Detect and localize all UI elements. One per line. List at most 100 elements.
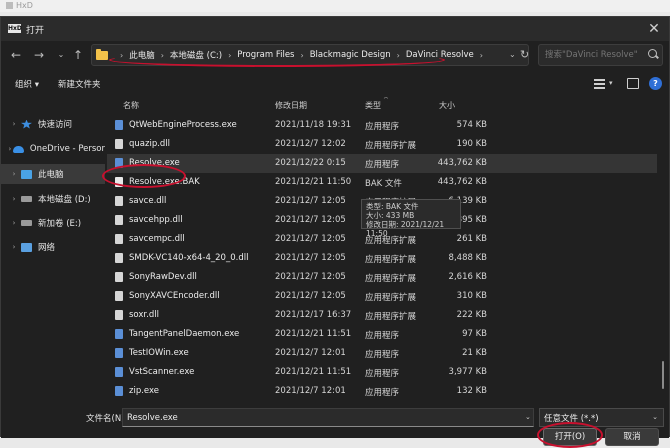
sidebar-item-label: 本地磁盘 (D:) <box>38 195 91 205</box>
chevron-right-icon[interactable]: › <box>7 195 21 203</box>
chevron-right-icon[interactable]: › <box>7 145 13 153</box>
cancel-button[interactable]: 取消 <box>605 428 659 446</box>
breadcrumb-separator-icon[interactable]: › <box>300 51 303 60</box>
sidebar-item-drive-d[interactable]: › 本地磁盘 (D:) <box>1 189 105 209</box>
breadcrumb-separator-icon[interactable]: › <box>397 51 400 60</box>
file-size: 21 KB <box>462 348 487 358</box>
search-input[interactable] <box>538 44 663 66</box>
breadcrumb-this-pc[interactable]: 此电脑 <box>129 49 155 61</box>
view-options-icon[interactable] <box>594 79 605 89</box>
chevron-right-icon[interactable]: › <box>7 170 21 178</box>
file-date: 2021/12/7 12:05 <box>275 272 346 282</box>
file-size: 2,616 KB <box>448 272 487 282</box>
table-row[interactable]: VstScanner.exe 2021/12/21 11:51 应用程序 3,977 … <box>107 363 657 382</box>
file-name: zip.exe <box>115 386 159 396</box>
breadcrumb-davinci-resolve[interactable]: DaVinci Resolve <box>406 50 474 60</box>
forward-arrow-icon[interactable]: → <box>31 47 47 63</box>
scrollbar-thumb[interactable] <box>662 361 664 389</box>
back-arrow-icon[interactable]: ← <box>8 47 24 63</box>
file-date: 2021/12/17 16:37 <box>275 310 352 320</box>
close-icon[interactable]: ✕ <box>643 19 665 39</box>
file-name: VstScanner.exe <box>115 367 194 377</box>
breadcrumb-separator-icon[interactable]: › <box>480 51 483 60</box>
dll-file-icon <box>115 291 123 301</box>
dialog-footer: 文件名(N): ⌄ 任意文件 (*.*) ⌄ 打开(O) 取消 <box>1 400 669 446</box>
vertical-scrollbar[interactable] <box>661 99 665 397</box>
recent-locations-icon[interactable]: ⌄ <box>53 47 69 63</box>
preview-pane-icon[interactable] <box>627 78 639 89</box>
table-row[interactable]: TestIOWin.exe 2021/12/7 12:01 应用程序 21 KB <box>107 344 657 363</box>
file-name-text: VstScanner.exe <box>129 367 195 377</box>
file-size: 222 KB <box>456 310 487 320</box>
file-type: 应用程序 <box>365 331 400 341</box>
view-dropdown-icon[interactable]: ▾ <box>609 79 613 87</box>
open-file-dialog: HxD 打开 ✕ ← → ⌄ ↑ › 此电脑 › 本地磁盘 (C:) › Pro… <box>0 16 670 448</box>
navigation-pane: › 快速访问 › OneDrive - Persor › 此电脑 › 本地磁盘 … <box>1 97 105 397</box>
sidebar-item-quick-access[interactable]: › 快速访问 <box>1 114 105 134</box>
up-arrow-icon[interactable]: ↑ <box>70 47 86 63</box>
tooltip-size: 大小: 433 MB <box>366 211 415 220</box>
filename-dropdown-icon[interactable]: ⌄ <box>525 413 531 421</box>
breadcrumb-blackmagic-design[interactable]: Blackmagic Design <box>310 50 391 60</box>
breadcrumb-separator-icon[interactable]: › <box>161 51 164 60</box>
filetype-select[interactable]: 任意文件 (*.*) ⌄ <box>539 408 664 427</box>
sidebar-item-network[interactable]: › 网络 <box>1 237 105 257</box>
dll-file-icon <box>115 139 123 149</box>
chevron-right-icon[interactable]: › <box>7 243 21 251</box>
file-type: BAK 文件 <box>365 179 402 189</box>
table-row[interactable]: quazip.dll 2021/12/7 12:02 应用程序扩展 190 KB <box>107 135 657 154</box>
drive-icon <box>21 220 32 226</box>
sidebar-item-label: OneDrive - Persor <box>29 144 105 154</box>
file-date: 2021/12/7 12:05 <box>275 215 346 225</box>
dll-file-icon <box>115 215 123 225</box>
breadcrumb-local-disk-c[interactable]: 本地磁盘 (C:) <box>170 49 222 61</box>
sidebar-item-onedrive[interactable]: › OneDrive - Persor <box>1 139 105 159</box>
chevron-right-icon[interactable]: › <box>7 219 21 227</box>
search-icon[interactable] <box>648 49 657 58</box>
address-bar[interactable]: › 此电脑 › 本地磁盘 (C:) › Program Files › Blac… <box>91 44 529 66</box>
exe-file-icon <box>115 329 123 339</box>
network-icon <box>21 242 32 252</box>
breadcrumb-separator-icon[interactable]: › <box>120 51 123 60</box>
filename-input[interactable] <box>122 408 534 427</box>
file-name: TestIOWin.exe <box>115 348 189 358</box>
table-row[interactable]: Resolve.exe.BAK 2021/12/21 11:50 BAK 文件 443… <box>107 173 657 192</box>
sidebar-item-this-pc[interactable]: › 此电脑 <box>1 164 105 184</box>
file-name: SonyRawDev.dll <box>115 272 197 282</box>
breadcrumb-separator-icon[interactable]: › <box>228 51 231 60</box>
file-name: savce.dll <box>115 196 166 206</box>
table-row[interactable]: SMDK-VC140-x64-4_20_0.dll 2021/12/7 12:05… <box>107 249 657 268</box>
help-icon[interactable]: ? <box>649 77 662 90</box>
exe-file-icon <box>115 158 123 168</box>
organize-button[interactable]: 组织 ▾ <box>15 78 39 90</box>
table-row[interactable]: zip.exe 2021/12/7 12:01 应用程序 132 KB <box>107 382 657 399</box>
table-row[interactable]: SonyRawDev.dll 2021/12/7 12:05 应用程序扩展 2,616… <box>107 268 657 287</box>
dialog-title: 打开 <box>26 26 45 36</box>
file-type: 应用程序 <box>365 160 400 170</box>
new-folder-button[interactable]: 新建文件夹 <box>58 78 101 90</box>
column-header-date[interactable]: 修改日期 <box>275 97 307 115</box>
breadcrumb-program-files[interactable]: Program Files <box>237 50 294 60</box>
column-header-type[interactable]: 类型 <box>365 97 381 115</box>
dll-file-icon <box>115 310 123 320</box>
open-button[interactable]: 打开(O) <box>543 428 597 446</box>
file-type: 应用程序扩展 <box>365 141 417 151</box>
file-name-text: TestIOWin.exe <box>129 348 189 358</box>
address-dropdown-icon[interactable]: ⌄ <box>509 50 516 59</box>
table-row[interactable]: TangentPanelDaemon.exe 2021/12/21 11:51 应用… <box>107 325 657 344</box>
table-row[interactable]: Resolve.exe 2021/12/22 0:15 应用程序 443,762 KB <box>107 154 657 173</box>
hxd-app-title: HxD <box>16 1 33 10</box>
table-row[interactable]: SonyXAVCEncoder.dll 2021/12/7 12:05 应用程序扩展… <box>107 287 657 306</box>
chevron-right-icon[interactable]: › <box>7 120 21 128</box>
sidebar-item-label: 新加卷 (E:) <box>38 219 82 229</box>
dll-file-icon <box>115 234 123 244</box>
column-header-name[interactable]: 名称 <box>123 97 139 115</box>
column-header-size[interactable]: 大小 <box>439 97 455 115</box>
exe-file-icon <box>115 120 123 130</box>
refresh-icon[interactable]: ↻ <box>520 48 529 61</box>
table-row[interactable]: soxr.dll 2021/12/17 16:37 应用程序扩展 222 KB <box>107 306 657 325</box>
navigation-row: ← → ⌄ ↑ › 此电脑 › 本地磁盘 (C:) › Program File… <box>1 41 669 71</box>
file-date: 2021/12/7 12:01 <box>275 386 346 396</box>
sidebar-item-drive-e[interactable]: › 新加卷 (E:) <box>1 213 105 233</box>
table-row[interactable]: QtWebEngineProcess.exe 2021/11/18 19:31 应用… <box>107 116 657 135</box>
